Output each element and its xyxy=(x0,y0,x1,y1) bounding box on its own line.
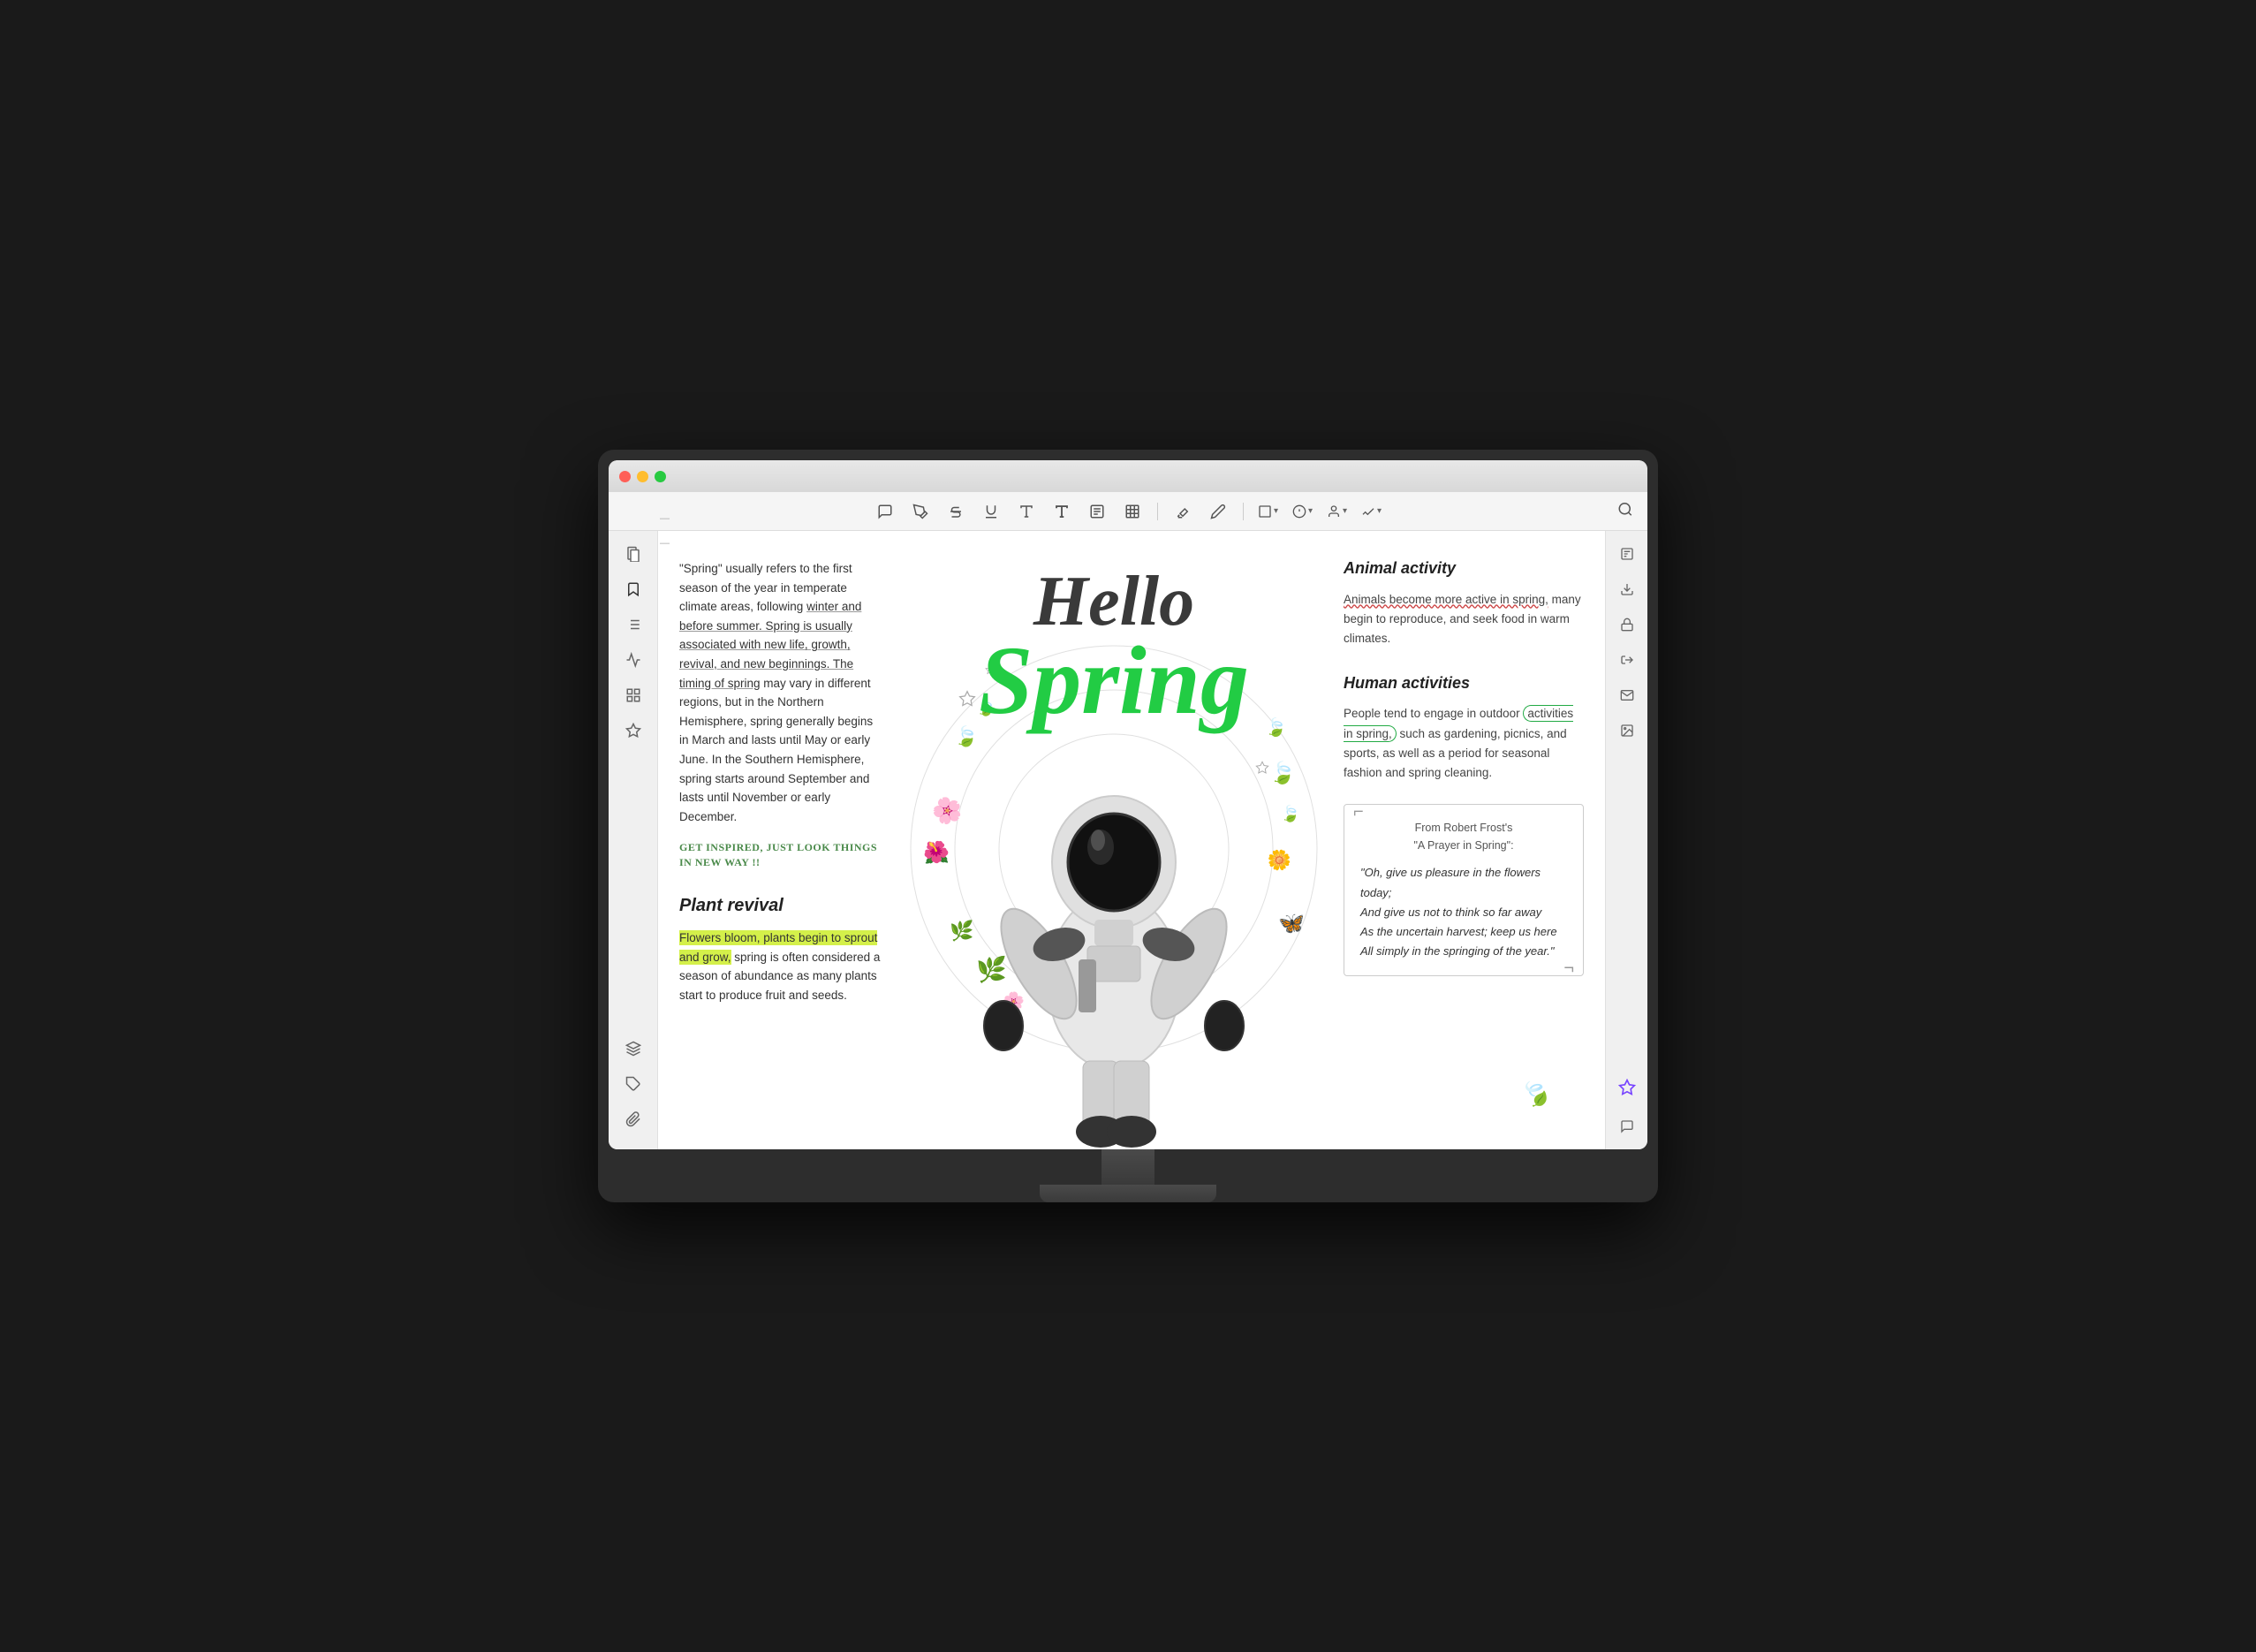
intro-paragraph: "Spring" usually refers to the first sea… xyxy=(679,559,884,826)
center-hero-column: Hello Spring xyxy=(905,531,1322,1149)
butterfly: 🦋 xyxy=(1278,911,1305,936)
sidebar-component-icon[interactable] xyxy=(617,715,649,746)
handwriting-note: Get inspired, just look things in new wa… xyxy=(679,840,884,870)
scroll-up: — xyxy=(660,513,670,524)
human-activities-text: People tend to engage in outdoor activit… xyxy=(1344,704,1584,783)
toolbar-divider-2 xyxy=(1243,503,1244,520)
flower-orange: 🌸 xyxy=(927,792,966,830)
scroll-indicators: — — xyxy=(660,513,670,549)
app-body: — — "Spring" usually refers to the first… xyxy=(609,531,1647,1149)
draw-icon[interactable] xyxy=(1207,501,1229,522)
title-bar xyxy=(609,460,1647,492)
bold-text-icon[interactable] xyxy=(1051,501,1072,522)
shape-dropdown[interactable]: ▾ xyxy=(1258,504,1278,519)
toolbar-divider xyxy=(1157,503,1158,520)
flower-pink: 🌺 xyxy=(923,840,950,866)
hero-text-area: Hello Spring xyxy=(905,531,1322,724)
sidebar-grid-icon[interactable] xyxy=(617,679,649,711)
person-dropdown[interactable]: ▾ xyxy=(1327,504,1347,519)
right-mail-icon[interactable] xyxy=(1611,679,1643,711)
right-share-icon[interactable] xyxy=(1611,644,1643,676)
human-activities-title: Human activities xyxy=(1344,671,1584,696)
plant-revival-text: Flowers bloom, plants begin to sprout an… xyxy=(679,928,884,1004)
left-text-column: "Spring" usually refers to the first sea… xyxy=(658,531,905,1149)
decorative-leaf-right: 🍃 xyxy=(1513,1069,1560,1118)
sign-dropdown[interactable]: ▾ xyxy=(1361,504,1382,519)
monitor-frame: ▾ ▾ ▾ ▾ xyxy=(598,450,1658,1202)
strikethrough-icon[interactable] xyxy=(945,501,966,522)
text-box-icon[interactable] xyxy=(1086,501,1108,522)
astronaut-svg xyxy=(964,708,1264,1149)
main-content: "Spring" usually refers to the first sea… xyxy=(658,531,1605,1149)
minimize-button[interactable] xyxy=(637,471,648,482)
right-lock-icon[interactable] xyxy=(1611,609,1643,640)
plant-revival-title: Plant revival xyxy=(679,891,884,920)
paperclip-icon[interactable] xyxy=(617,1103,649,1135)
right-image-icon[interactable] xyxy=(1611,715,1643,746)
right-text-column: Animal activity Animals become more acti… xyxy=(1322,531,1605,1149)
sidebar-bookmark-icon[interactable] xyxy=(617,573,649,605)
human-text-before: People tend to engage in outdoor xyxy=(1344,707,1523,720)
sidebar-list-icon[interactable] xyxy=(617,609,649,640)
tag-icon[interactable] xyxy=(617,1068,649,1100)
close-button[interactable] xyxy=(619,471,631,482)
monitor-stand xyxy=(609,1149,1647,1202)
highlight-icon[interactable] xyxy=(1172,501,1193,522)
astronaut-figure xyxy=(964,708,1264,1149)
document-area: "Spring" usually refers to the first sea… xyxy=(658,531,1605,1149)
scroll-down: — xyxy=(660,538,670,549)
traffic-lights xyxy=(619,471,666,482)
table-icon[interactable] xyxy=(1122,501,1143,522)
text-outline-icon[interactable] xyxy=(1016,501,1037,522)
animals-underlined: Animals become more active in spring, xyxy=(1344,593,1548,606)
toolbar: ▾ ▾ ▾ ▾ xyxy=(609,492,1647,531)
animal-activity-text: Animals become more active in spring, ma… xyxy=(1344,590,1584,649)
search-icon[interactable] xyxy=(1617,501,1633,521)
right-ai-icon[interactable] xyxy=(1611,1072,1643,1103)
ocr-icon[interactable] xyxy=(1611,538,1643,570)
right-download-icon[interactable] xyxy=(1611,573,1643,605)
comment-icon[interactable] xyxy=(874,501,896,522)
annotation-dropdown[interactable]: ▾ xyxy=(1292,504,1313,519)
underlined-winter-summer: winter and before summer. Spring is usua… xyxy=(679,600,861,689)
monitor-screen: ▾ ▾ ▾ ▾ xyxy=(609,460,1647,1149)
left-sidebar xyxy=(609,531,658,1149)
animal-activity-title: Animal activity xyxy=(1344,556,1584,581)
stand-base xyxy=(1040,1185,1216,1202)
quote-box: From Robert Frost's"A Prayer in Spring":… xyxy=(1344,804,1584,975)
leaf-yellow-3: 🍃 xyxy=(1281,805,1300,823)
quote-text: "Oh, give us pleasure in the flowers tod… xyxy=(1360,863,1567,960)
sidebar-chart-icon[interactable] xyxy=(617,644,649,676)
flower-yellow: 🌼 xyxy=(1268,849,1291,872)
layers-icon[interactable] xyxy=(617,1033,649,1065)
pen-tool-icon[interactable] xyxy=(910,501,931,522)
underline-icon[interactable] xyxy=(980,501,1002,522)
plant-revival-section: Plant revival Flowers bloom, plants begi… xyxy=(679,891,884,1004)
maximize-button[interactable] xyxy=(655,471,666,482)
right-chat-icon[interactable] xyxy=(1611,1110,1643,1142)
leaf-yellow-2: 🍃 xyxy=(1269,761,1296,786)
stand-neck xyxy=(1102,1149,1154,1185)
quote-source: From Robert Frost's"A Prayer in Spring": xyxy=(1360,819,1567,854)
sidebar-pages-icon[interactable] xyxy=(617,538,649,570)
right-sidebar xyxy=(1605,531,1647,1149)
